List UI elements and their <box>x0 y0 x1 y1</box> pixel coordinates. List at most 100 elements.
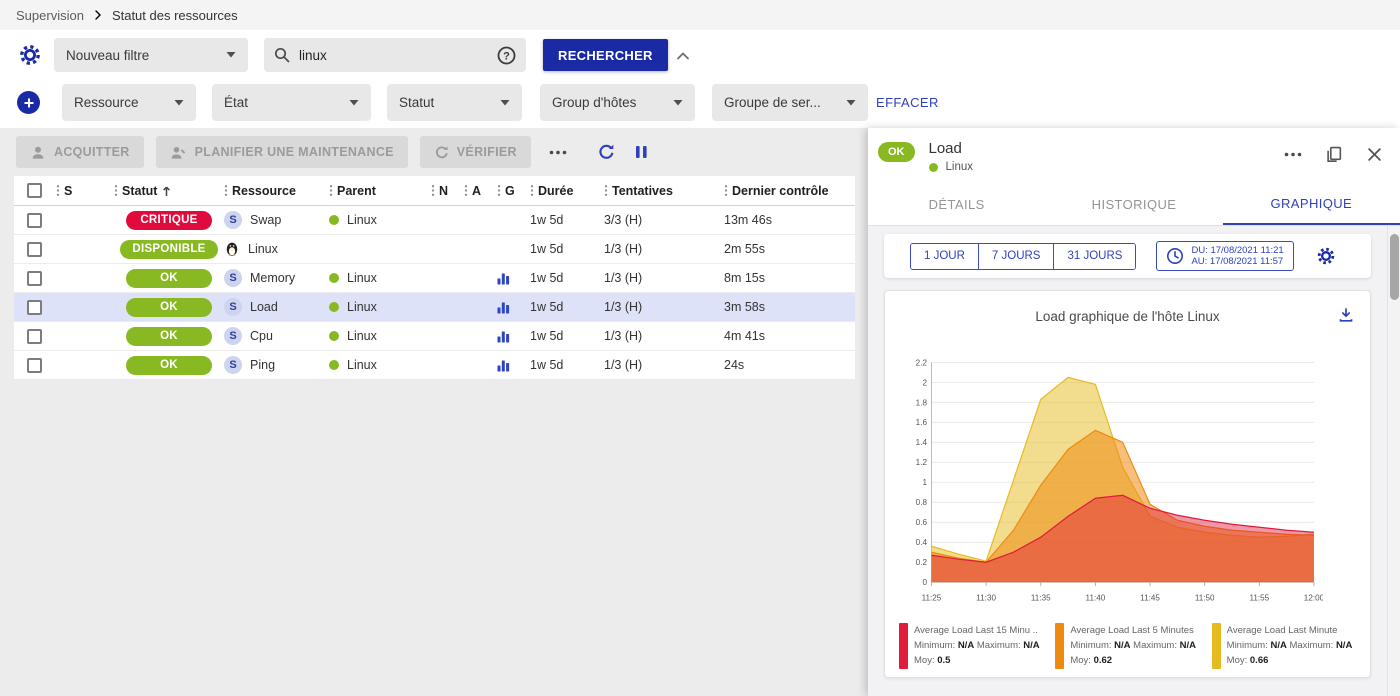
filter-servicegroup-select[interactable]: Groupe de ser... <box>712 84 868 121</box>
column-header-severity[interactable]: S <box>56 184 114 198</box>
host-status-dot <box>329 215 339 225</box>
column-header-action[interactable]: A <box>464 184 497 198</box>
service-icon: S <box>224 211 242 229</box>
column-header-tries[interactable]: Tentatives <box>604 184 724 198</box>
column-header-duration[interactable]: Durée <box>530 184 604 198</box>
plus-icon <box>22 96 36 110</box>
row-checkbox[interactable] <box>27 271 42 286</box>
search-button[interactable]: RECHERCHER <box>543 39 668 71</box>
legend-item-5min[interactable]: Average Load Last 5 Minutes Minimum: N/A… <box>1055 623 1203 669</box>
tab-details[interactable]: DÉTAILS <box>868 184 1045 225</box>
more-actions-icon[interactable] <box>549 150 567 155</box>
row-checkbox[interactable] <box>27 358 42 373</box>
graph-icon[interactable] <box>497 272 510 285</box>
graph-icon[interactable] <box>497 301 510 314</box>
status-badge[interactable]: DISPONIBLE <box>120 240 217 259</box>
resource-name[interactable]: Cpu <box>250 329 273 343</box>
table-row-cpu[interactable]: OK SCpu Linux 1w 5d 1/3 (H) 4m 41s <box>14 322 855 351</box>
filter-status-select[interactable]: Statut <box>387 84 522 121</box>
drag-handle-icon <box>724 184 728 197</box>
column-label: Statut <box>122 184 157 198</box>
graph-icon[interactable] <box>497 330 510 343</box>
column-header-resource[interactable]: Ressource <box>224 184 329 198</box>
scrollbar-thumb[interactable] <box>1390 234 1399 300</box>
filter-resource-select[interactable]: Ressource <box>62 84 196 121</box>
table-row-memory[interactable]: OK SMemory Linux 1w 5d 1/3 (H) 8m 15s <box>14 264 855 293</box>
custom-time-range[interactable]: DU: 17/08/2021 11:21 AU: 17/08/2021 11:5… <box>1156 241 1293 271</box>
status-badge[interactable]: OK <box>126 327 212 346</box>
clear-filters-button[interactable]: EFFACER <box>876 95 939 110</box>
search-input[interactable] <box>299 48 488 63</box>
tab-history[interactable]: HISTORIQUE <box>1045 184 1222 225</box>
status-badge[interactable]: CRITIQUE <box>126 211 212 230</box>
resource-name[interactable]: Load <box>250 300 278 314</box>
row-checkbox[interactable] <box>27 213 42 228</box>
saved-filter-select[interactable]: Nouveau filtre <box>54 38 248 72</box>
filter-select-label: Statut <box>399 95 434 110</box>
table-row-swap[interactable]: CRITIQUE SSwap Linux 1w 5d 3/3 (H) 13m 4… <box>14 206 855 235</box>
parent-name[interactable]: Linux <box>347 329 377 343</box>
breadcrumb-supervision[interactable]: Supervision <box>16 8 84 23</box>
table-row-linux[interactable]: DISPONIBLE Linux 1w 5d 1/3 (H) 2m 55s <box>14 235 855 264</box>
legend-min-value: N/A <box>1114 640 1130 651</box>
legend-color-bar <box>1055 623 1064 669</box>
copy-link-icon[interactable] <box>1326 146 1343 163</box>
set-maintenance-button[interactable]: PLANIFIER UNE MAINTENANCE <box>156 136 408 168</box>
resource-name[interactable]: Swap <box>250 213 281 227</box>
legend-max-label: Maximum: <box>977 640 1021 651</box>
filter-hostgroup-select[interactable]: Group d'hôtes <box>540 84 695 121</box>
host-status-dot <box>329 273 339 283</box>
resource-details-panel: OK Load Linux DÉTAILS HISTORIQUE GRAPHIQ… <box>868 128 1400 696</box>
linux-penguin-icon <box>224 241 240 257</box>
graph-settings-icon[interactable] <box>1316 246 1336 266</box>
status-badge[interactable]: OK <box>126 298 212 317</box>
status-badge[interactable]: OK <box>126 356 212 375</box>
legend-item-15min[interactable]: Average Load Last 15 Minu .. Minimum: N/… <box>899 623 1047 669</box>
refresh-icon[interactable] <box>597 143 615 161</box>
check-button[interactable]: VÉRIFIER <box>420 136 531 168</box>
resource-name[interactable]: Linux <box>248 242 278 256</box>
legend-avg-value: 0.5 <box>937 655 950 666</box>
pause-icon[interactable] <box>635 145 648 159</box>
close-panel-icon[interactable] <box>1367 147 1382 162</box>
panel-scrollbar[interactable] <box>1387 226 1400 696</box>
sort-asc-icon[interactable] <box>161 185 172 197</box>
last-check-cell: 3m 58s <box>724 300 855 314</box>
legend-item-1min[interactable]: Average Load Last Minute Minimum: N/A Ma… <box>1212 623 1360 669</box>
column-header-parent[interactable]: Parent <box>329 184 431 198</box>
panel-more-icon[interactable] <box>1284 152 1302 157</box>
tab-graph[interactable]: GRAPHIQUE <box>1223 184 1400 225</box>
help-icon[interactable] <box>497 46 516 65</box>
column-header-last-check[interactable]: Dernier contrôle <box>724 184 855 198</box>
column-header-notes[interactable]: N <box>431 184 464 198</box>
parent-name[interactable]: Linux <box>347 271 377 285</box>
row-checkbox[interactable] <box>27 329 42 344</box>
period-31-days[interactable]: 31 JOURS <box>1054 244 1135 269</box>
resource-name[interactable]: Ping <box>250 358 275 372</box>
export-graph-icon[interactable] <box>1338 307 1354 323</box>
column-header-graph[interactable]: G <box>497 184 530 198</box>
acknowledge-button[interactable]: ACQUITTER <box>16 136 144 168</box>
column-header-status[interactable]: Statut <box>114 184 224 198</box>
parent-name[interactable]: Linux <box>347 300 377 314</box>
resource-name[interactable]: Memory <box>250 271 295 285</box>
filter-state-select[interactable]: État <box>212 84 371 121</box>
breadcrumb-current-page[interactable]: Statut des ressources <box>112 8 238 23</box>
graph-icon[interactable] <box>497 359 510 372</box>
panel-parent-name[interactable]: Linux <box>946 161 974 173</box>
period-7-days[interactable]: 7 JOURS <box>979 244 1055 269</box>
parent-name[interactable]: Linux <box>347 358 377 372</box>
drag-handle-icon <box>329 184 333 197</box>
filters-settings-icon[interactable] <box>18 43 42 67</box>
table-row-load[interactable]: OK SLoad Linux 1w 5d 1/3 (H) 3m 58s <box>14 293 855 322</box>
parent-name[interactable]: Linux <box>347 213 377 227</box>
table-row-ping[interactable]: OK SPing Linux 1w 5d 1/3 (H) 24s <box>14 351 855 380</box>
row-checkbox[interactable] <box>27 242 42 257</box>
row-checkbox[interactable] <box>27 300 42 315</box>
select-all-checkbox[interactable] <box>27 183 42 198</box>
add-criteria-button[interactable] <box>17 91 40 114</box>
collapse-filters-icon[interactable] <box>676 50 690 61</box>
period-1-day[interactable]: 1 JOUR <box>911 244 979 269</box>
status-badge[interactable]: OK <box>126 269 212 288</box>
drag-handle-icon <box>224 184 228 197</box>
